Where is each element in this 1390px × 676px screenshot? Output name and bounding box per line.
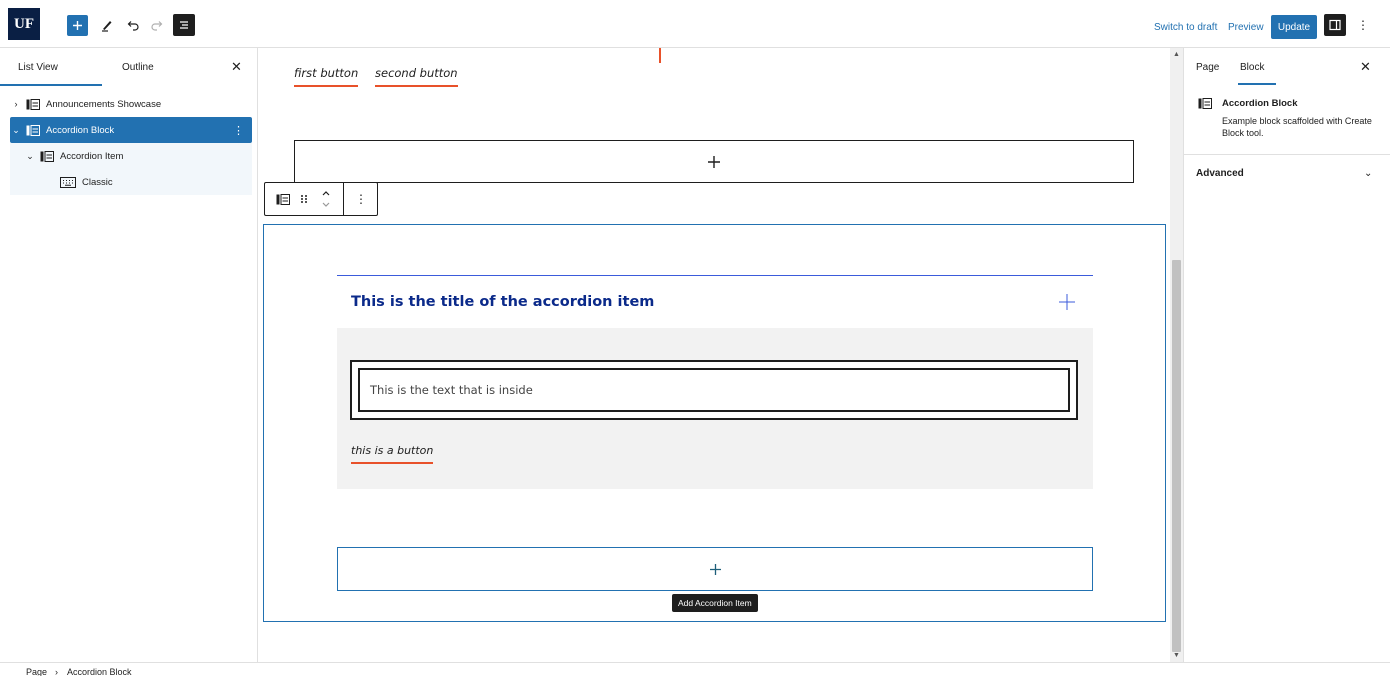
close-icon[interactable]: ✕ — [231, 59, 242, 75]
tools-button[interactable] — [96, 14, 118, 36]
list-item-label: Accordion Block — [46, 124, 115, 136]
update-button[interactable]: Update — [1271, 15, 1317, 39]
canvas-scrollbar[interactable]: ▲ ▼ — [1170, 48, 1183, 662]
second-button[interactable]: second button — [375, 66, 458, 87]
list-item-accordion-block[interactable]: ⌄ Accordion Block ⋮ — [10, 117, 252, 143]
list-view-panel: List View Outline ✕ › Announcements Show… — [0, 48, 258, 662]
plus-icon — [709, 563, 721, 575]
block-icon — [1198, 98, 1212, 109]
settings-toggle-button[interactable] — [1324, 14, 1346, 36]
tooltip: Add Accordion Item — [672, 594, 758, 612]
settings-sidebar: Page Block ✕ Accordion Block Example blo… — [1183, 48, 1390, 662]
block-card-description: Example block scaffolded with Create Blo… — [1222, 116, 1372, 138]
plus-icon — [73, 21, 82, 30]
undo-button[interactable] — [122, 14, 144, 36]
chevron-up-down-icon — [322, 191, 330, 207]
accordion-item-body: This is the text that is inside this is … — [337, 328, 1093, 489]
block-toolbar: ⋮ — [264, 182, 378, 216]
first-button[interactable]: first button — [294, 66, 359, 87]
sidebar-icon — [1329, 19, 1341, 31]
accordion-item[interactable]: This is the title of the accordion item … — [337, 275, 1093, 489]
chevron-down-icon[interactable]: ⌄ — [10, 125, 22, 136]
classic-block-text[interactable]: This is the text that is inside — [358, 368, 1070, 412]
block-card-title: Accordion Block — [1222, 98, 1298, 109]
advanced-panel-toggle[interactable]: Advanced — [1196, 168, 1244, 179]
toolbar-divider — [343, 183, 344, 215]
active-tab-indicator — [1238, 83, 1276, 85]
tab-list-view[interactable]: List View — [18, 62, 58, 73]
site-logo[interactable]: UF — [8, 8, 40, 40]
list-item-classic[interactable]: Classic — [10, 169, 252, 195]
keyboard-icon — [60, 176, 76, 188]
breadcrumb-page[interactable]: Page — [26, 667, 47, 676]
list-item-accordion-item[interactable]: ⌄ Accordion Item — [10, 143, 252, 169]
breadcrumb-separator: › — [55, 667, 58, 676]
document-overview-button[interactable] — [173, 14, 195, 36]
block-appender-button[interactable] — [294, 140, 1134, 183]
redo-icon — [151, 21, 163, 31]
block-icon — [26, 98, 40, 110]
block-type-button[interactable] — [275, 183, 291, 215]
editor-canvas: first button second button ⋮ This is the… — [258, 48, 1170, 662]
block-icon — [276, 193, 290, 205]
list-view-icon — [180, 21, 188, 29]
switch-to-draft-button[interactable]: Switch to draft — [1154, 22, 1217, 33]
drag-handle[interactable] — [297, 183, 311, 215]
pencil-icon — [102, 21, 112, 32]
accordion-button[interactable]: this is a button — [351, 444, 434, 464]
chevron-down-icon[interactable]: ⌄ — [24, 151, 36, 162]
divider — [1184, 154, 1390, 155]
tab-block[interactable]: Block — [1240, 62, 1264, 73]
block-breadcrumb: Page › Accordion Block — [0, 662, 1390, 676]
close-icon[interactable]: ✕ — [1360, 59, 1371, 75]
list-item-label: Classic — [82, 176, 113, 188]
block-options-button[interactable]: ⋮ — [233, 124, 244, 137]
list-view-tabs: List View Outline ✕ — [0, 48, 257, 86]
chevron-down-icon[interactable]: ⌄ — [1364, 168, 1372, 179]
editor-top-bar: UF Switch to draft Preview Update ⋮ — [0, 0, 1390, 48]
text-cursor — [659, 48, 661, 63]
scroll-down-arrow-icon[interactable]: ▼ — [1173, 652, 1180, 659]
tab-outline[interactable]: Outline — [122, 62, 154, 73]
move-up-down-buttons[interactable] — [317, 183, 335, 215]
more-vertical-icon: ⋮ — [355, 192, 367, 206]
classic-block[interactable]: This is the text that is inside — [350, 360, 1078, 420]
block-icon — [26, 124, 40, 136]
plus-icon — [708, 155, 720, 168]
accordion-item-title[interactable]: This is the title of the accordion item — [351, 294, 654, 310]
add-block-button[interactable] — [67, 15, 88, 36]
breadcrumb-accordion-block[interactable]: Accordion Block — [67, 667, 132, 676]
block-icon — [40, 150, 54, 162]
scrollbar-thumb[interactable] — [1172, 260, 1181, 652]
add-accordion-item-button[interactable] — [337, 547, 1093, 591]
scroll-up-arrow-icon[interactable]: ▲ — [1173, 51, 1180, 58]
undo-icon — [127, 21, 139, 31]
options-button[interactable]: ⋮ — [1356, 14, 1370, 36]
redo-button[interactable] — [146, 14, 168, 36]
tab-page[interactable]: Page — [1196, 62, 1219, 73]
list-item-announcements-showcase[interactable]: › Announcements Showcase — [10, 91, 252, 117]
expand-plus-icon[interactable] — [1057, 292, 1077, 312]
active-tab-indicator — [0, 84, 102, 86]
drag-handle-icon — [301, 195, 307, 203]
accordion-block[interactable]: This is the title of the accordion item … — [263, 224, 1166, 622]
more-vertical-icon: ⋮ — [1357, 18, 1369, 32]
list-item-label: Accordion Item — [60, 150, 124, 162]
list-item-label: Announcements Showcase — [46, 98, 162, 110]
block-options-button[interactable]: ⋮ — [351, 183, 371, 215]
preview-button[interactable]: Preview — [1228, 22, 1264, 33]
chevron-right-icon[interactable]: › — [10, 99, 22, 109]
